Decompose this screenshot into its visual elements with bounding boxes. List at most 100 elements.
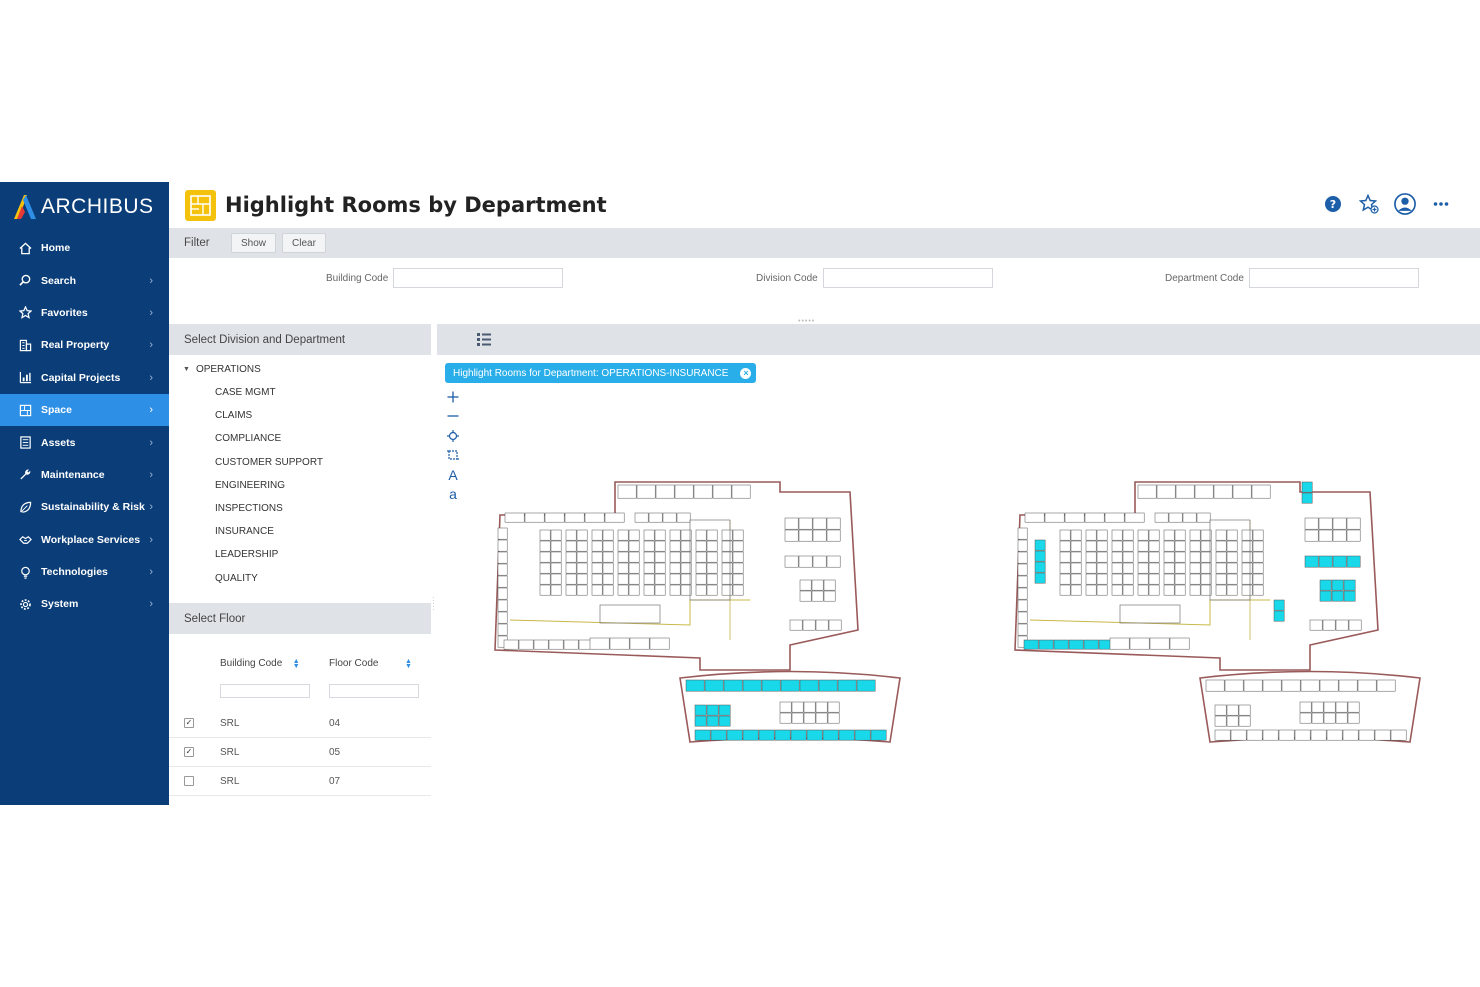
sort-icon[interactable]: ▲ ▼ — [292, 658, 300, 670]
sort-icon[interactable]: ▲ ▼ — [404, 658, 412, 670]
division-code-filter: Division Code — [756, 268, 993, 288]
sidebar-item-assets[interactable]: Assets › — [0, 426, 169, 458]
department-code-filter: Department Code — [1165, 268, 1419, 288]
sidebar-item-maintenance[interactable]: Maintenance › — [0, 459, 169, 491]
tree-leaf-department[interactable]: QUALITY — [215, 573, 258, 584]
tree-leaf-department[interactable]: LEADERSHIP — [215, 549, 278, 560]
svg-text:?: ? — [1330, 198, 1336, 211]
chevron-right-icon: › — [149, 404, 153, 417]
tree-leaf-department[interactable]: CLAIMS — [215, 410, 252, 421]
drawing-toolbar — [437, 324, 1480, 355]
chevron-right-icon: › — [149, 274, 153, 287]
more-icon[interactable] — [1430, 193, 1452, 215]
filter-form: Building Code Division Code Department C… — [169, 258, 1480, 325]
leaf-icon — [18, 500, 32, 514]
column-header-floor-code[interactable]: Floor Code ▲ ▼ — [329, 658, 412, 670]
building-icon — [18, 338, 32, 352]
zoom-window-icon[interactable] — [446, 446, 460, 466]
sidebar-item-label: Maintenance — [41, 468, 105, 481]
row-checkbox[interactable]: ✓ — [184, 747, 194, 757]
tree-node-operations[interactable]: ▼ OPERATIONS — [183, 364, 261, 375]
floorplan-app-icon — [185, 189, 216, 221]
tree-leaf-department[interactable]: COMPLIANCE — [215, 433, 281, 444]
floor-code-cell: 05 — [329, 747, 341, 758]
division-panel-title: Select Division and Department — [169, 324, 431, 355]
smaller-text-icon[interactable]: a — [446, 485, 460, 505]
drawing-tools: A a — [446, 387, 460, 504]
clear-button[interactable]: Clear — [282, 233, 326, 253]
building-code-cell: SRL — [220, 776, 240, 787]
zoom-in-icon[interactable] — [446, 387, 460, 407]
help-icon[interactable]: ? — [1322, 193, 1344, 215]
building-code-column-filter[interactable] — [220, 684, 310, 698]
tree-leaf-department[interactable]: CUSTOMER SUPPORT — [215, 457, 323, 468]
floor-code-column-filter[interactable] — [329, 684, 419, 698]
floor-panel-title: Select Floor — [169, 603, 431, 634]
row-checkbox[interactable] — [184, 776, 194, 786]
table-row[interactable]: ✓ SRL 05 — [169, 738, 431, 767]
sidebar-item-label: Favorites — [41, 306, 88, 319]
table-row[interactable]: SRL 07 — [169, 767, 431, 796]
sidebar-item-label: Technologies — [41, 566, 108, 579]
favorite-add-icon[interactable] — [1358, 193, 1380, 215]
column-header-building-code[interactable]: Building Code ▲ ▼ — [220, 658, 300, 670]
tree-leaf-department[interactable]: INSPECTIONS — [215, 503, 283, 514]
sidebar-item-label: Assets — [41, 436, 76, 449]
sidebar-item-label: Space — [41, 404, 72, 417]
chevron-right-icon: › — [149, 533, 153, 546]
division-code-label: Division Code — [756, 272, 818, 284]
chevron-right-icon: › — [149, 566, 153, 579]
sidebar-item-space[interactable]: Space › — [0, 393, 169, 427]
panel-splitter[interactable]: · · · · · — [432, 594, 436, 614]
handshake-icon — [18, 533, 32, 547]
user-avatar-icon[interactable] — [1394, 193, 1416, 215]
sidebar-item-real-property[interactable]: Real Property › — [0, 329, 169, 361]
building-code-label: Building Code — [326, 272, 389, 284]
sidebar-item-label: Real Property — [41, 339, 110, 352]
tree-leaf-department[interactable]: ENGINEERING — [215, 480, 285, 491]
wrench-icon — [18, 468, 32, 482]
sidebar-item-workplace-services[interactable]: Workplace Services › — [0, 524, 169, 556]
sidebar-item-label: System — [41, 598, 79, 611]
assets-icon — [18, 436, 32, 450]
building-code-cell: SRL — [220, 747, 240, 758]
sidebar-item-home[interactable]: Home — [0, 232, 169, 264]
show-button[interactable]: Show — [231, 233, 277, 253]
zoom-extents-icon[interactable] — [446, 426, 460, 446]
page-title: Highlight Rooms by Department — [225, 193, 607, 217]
zoom-out-icon[interactable] — [446, 407, 460, 427]
floorplan-icon — [18, 403, 32, 417]
floor-plan-srl-05[interactable] — [1010, 480, 1430, 765]
division-code-input[interactable] — [822, 268, 993, 288]
legend-icon[interactable] — [477, 333, 491, 351]
filter-toolbar: Filter Show Clear — [169, 228, 1480, 258]
filter-title: Filter — [184, 237, 210, 249]
tree-leaf-department[interactable]: INSURANCE — [215, 526, 274, 537]
caret-down-icon[interactable]: ▼ — [183, 366, 190, 373]
lightbulb-icon — [18, 565, 32, 579]
chevron-right-icon: › — [149, 468, 153, 481]
sidebar-item-label: Workplace Services — [41, 533, 141, 546]
tree-node-label: OPERATIONS — [195, 364, 261, 375]
archibus-logo[interactable]: ARCHIBUS — [0, 182, 169, 232]
star-icon — [18, 306, 32, 320]
chevron-right-icon: › — [149, 306, 153, 319]
larger-text-icon[interactable]: A — [446, 465, 460, 485]
row-checkbox[interactable]: ✓ — [184, 718, 194, 728]
sidebar-item-label: Home — [41, 242, 71, 255]
building-code-input[interactable] — [393, 268, 564, 288]
sidebar-item-favorites[interactable]: Favorites › — [0, 297, 169, 329]
close-icon[interactable]: × — [740, 367, 752, 379]
sidebar-item-search[interactable]: Search › — [0, 264, 169, 296]
sidebar-item-technologies[interactable]: Technologies › — [0, 556, 169, 588]
tree-leaf-department[interactable]: CASE MGMT — [215, 387, 276, 398]
sidebar-item-system[interactable]: System › — [0, 588, 169, 620]
table-row[interactable]: ✓ SRL 04 — [169, 709, 431, 738]
department-code-input[interactable] — [1248, 268, 1419, 288]
building-code-filter: Building Code — [326, 268, 564, 288]
department-code-label: Department Code — [1165, 272, 1244, 284]
sidebar-item-sustainability-risk[interactable]: Sustainability & Risk › — [0, 491, 169, 523]
sidebar-item-capital-projects[interactable]: Capital Projects › — [0, 362, 169, 394]
chevron-right-icon: › — [149, 436, 153, 449]
floor-plan-srl-04[interactable] — [490, 480, 910, 765]
